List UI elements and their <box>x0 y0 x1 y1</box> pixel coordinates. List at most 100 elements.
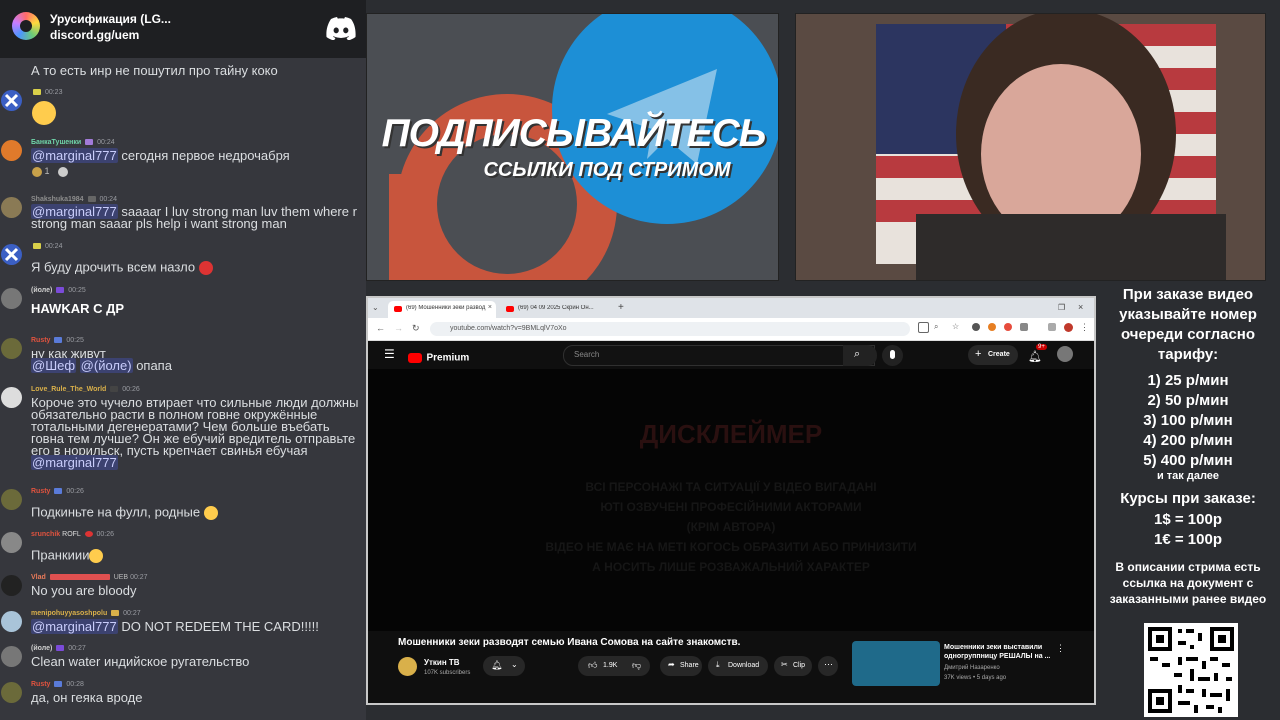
message-time: 00:23 <box>44 89 63 96</box>
username[interactable]: srunchik <box>31 531 60 538</box>
username[interactable]: (йоле) <box>31 645 52 652</box>
message-text: ну как живут @Шеф @(йоле) опапа <box>31 347 365 373</box>
message-body: Подкиньте на фулл, родные <box>31 504 201 520</box>
bookmark-star-icon[interactable]: ☆ <box>952 322 959 331</box>
user-mention[interactable]: @marginal777 <box>31 148 118 163</box>
close-window-icon[interactable]: × <box>1078 302 1083 312</box>
related-video-title[interactable]: Мошенники зеки выставили одногруппницу Р… <box>944 643 1056 661</box>
avatar <box>1 611 22 632</box>
close-tab-icon[interactable]: × <box>488 304 492 311</box>
extension-icon[interactable] <box>1004 323 1012 331</box>
avatar <box>1 646 22 667</box>
promo-subtitle: ССЫЛКИ ПОД СТРИМОМ <box>483 159 731 181</box>
username[interactable]: Vlad <box>31 574 46 581</box>
back-icon[interactable]: ← <box>376 323 385 333</box>
search-input[interactable]: Search <box>563 345 875 366</box>
avatar <box>1 197 22 218</box>
channel-avatar[interactable] <box>398 657 417 676</box>
username[interactable]: Love_Rule_The_World <box>31 386 106 393</box>
download-button[interactable]: ⤓ Download <box>708 656 768 676</box>
forward-icon[interactable]: → <box>394 323 403 333</box>
message-meta: Vlad UEB 00:27 <box>31 574 148 581</box>
message-text: да, он геяка вроде <box>31 690 143 705</box>
share-label: Share <box>680 662 699 669</box>
subscription-bell-button[interactable]: 🔔︎ ⌄ <box>483 656 525 676</box>
restore-window-icon[interactable]: ❐ <box>1058 303 1065 312</box>
message-time: 00:24 <box>97 139 115 146</box>
notifications-button[interactable]: 🔔︎ 9+ <box>1028 344 1047 365</box>
username[interactable]: (йоле) <box>31 287 52 294</box>
new-tab-button[interactable]: + <box>618 302 624 313</box>
reaction[interactable]: 1 <box>32 166 69 177</box>
address-bar[interactable]: youtube.com/watch?v=9BMLqlV7oXo <box>430 322 910 336</box>
user-mention[interactable]: @marginal777 <box>31 619 118 634</box>
username[interactable]: Rusty <box>31 337 50 344</box>
like-button[interactable]: 👍︎ <box>588 660 597 671</box>
username[interactable]: Shakshuka1984 <box>31 196 84 203</box>
laughing-emoji-icon <box>32 101 56 125</box>
share-button[interactable]: ➦ Share <box>660 656 702 676</box>
voice-search-button[interactable] <box>882 345 903 366</box>
scissors-icon: ✂ <box>781 660 788 669</box>
extension-icon[interactable] <box>972 323 980 331</box>
user-mention[interactable]: @marginal777 <box>31 455 118 470</box>
create-label: Create <box>988 351 1010 358</box>
clip-button[interactable]: ✂ Clip <box>774 656 812 676</box>
related-video-channel[interactable]: Дмитрий Назаренко <box>944 665 1000 671</box>
subscribe-promo-banner: ПОДПИСЫВАЙТЕСЬ ССЫЛКИ ПОД СТРИМОМ <box>366 13 779 281</box>
server-invite[interactable]: discord.gg/uem <box>50 28 139 42</box>
server-icon[interactable] <box>12 12 40 40</box>
sidebar-toggle-icon[interactable] <box>1048 323 1056 331</box>
dislike-button[interactable]: 👎︎ <box>632 660 641 671</box>
qr-code-icon[interactable] <box>1144 623 1238 717</box>
order-instructions: При заказе видео указывайте номер очеред… <box>1119 286 1257 363</box>
message-meta: Shakshuka1984 00:24 <box>31 196 117 203</box>
profile-avatar-icon[interactable] <box>1064 323 1073 332</box>
message-time: 00:28 <box>66 681 84 688</box>
channel-name[interactable]: Уткин ТВ <box>424 658 460 667</box>
more-actions-button[interactable]: ⋯ <box>818 656 838 676</box>
microphone-icon <box>890 350 895 359</box>
disclaimer-line: ВІДЕО НЕ МАЄ НА МЕТІ КОГОСЬ ОБРАЗИТИ АБО… <box>545 540 917 554</box>
user-mention[interactable]: @(йоле) <box>79 358 133 373</box>
extension-icon[interactable] <box>988 323 996 331</box>
message-meta: (йоле) 00:25 <box>31 287 86 294</box>
tab-strip: ⌄ (69) Мошенники зеки развод × (69) 04 0… <box>368 298 1094 318</box>
hamburger-menu-icon[interactable]: ☰ <box>384 347 395 361</box>
zoom-icon[interactable]: ⌕ <box>934 322 938 332</box>
tab-inactive[interactable]: (69) 04 09 2025 Скрин Он... <box>500 301 608 318</box>
menu-kebab-icon[interactable]: ⋮ <box>1080 322 1089 333</box>
badge-icon <box>56 287 65 294</box>
related-more-icon[interactable]: ⋮ <box>1056 643 1065 654</box>
cast-icon[interactable] <box>918 322 929 333</box>
related-video-thumbnail[interactable] <box>852 641 940 686</box>
reload-icon[interactable]: ↻ <box>412 323 420 334</box>
youtube-logo[interactable]: Premium <box>408 349 469 367</box>
logo-label: Premium <box>426 352 470 364</box>
search-button[interactable]: ⌕ <box>843 345 877 366</box>
avatar <box>1 90 22 111</box>
username[interactable]: БанкаТушенки <box>31 139 81 146</box>
create-button[interactable]: + Create <box>968 345 1018 365</box>
badge-icon <box>54 681 63 688</box>
message-text: No you are bloody <box>31 583 137 598</box>
user-mention[interactable]: @Шеф <box>31 358 77 373</box>
related-video-meta: 37K views • 5 days ago <box>944 675 1007 681</box>
username[interactable]: menipohuyyasoshpolu <box>31 610 107 617</box>
plus-icon: + <box>975 348 982 360</box>
tab-label: (69) 04 09 2025 Скрин Он... <box>518 305 594 311</box>
video-player[interactable]: ДИСКЛЕЙМЕР ВСІ ПЕРСОНАЖІ ТА СИТУАЦІЇ У В… <box>368 369 1094 631</box>
username[interactable]: Rusty <box>31 488 50 495</box>
tariff-item: 4) 200 р/мин <box>1143 432 1233 449</box>
username[interactable]: Rusty <box>31 681 50 688</box>
disclaimer-line: ЮТІ ОЗВУЧЕНІ ПРОФЕСІЙНИМИ АКТОРАМИ <box>600 500 862 514</box>
extensions-puzzle-icon[interactable] <box>1020 323 1028 331</box>
badge-icon <box>84 531 93 538</box>
flag-icon <box>33 243 41 250</box>
subscriber-count: 107K subscribers <box>424 670 471 676</box>
badge-label: UEB <box>113 574 129 581</box>
tab-active[interactable]: (69) Мошенники зеки развод × <box>388 301 496 318</box>
tab-list-button[interactable]: ⌄ <box>372 303 379 312</box>
bell-icon: 🔔︎ <box>491 660 503 670</box>
account-avatar[interactable] <box>1057 346 1073 362</box>
